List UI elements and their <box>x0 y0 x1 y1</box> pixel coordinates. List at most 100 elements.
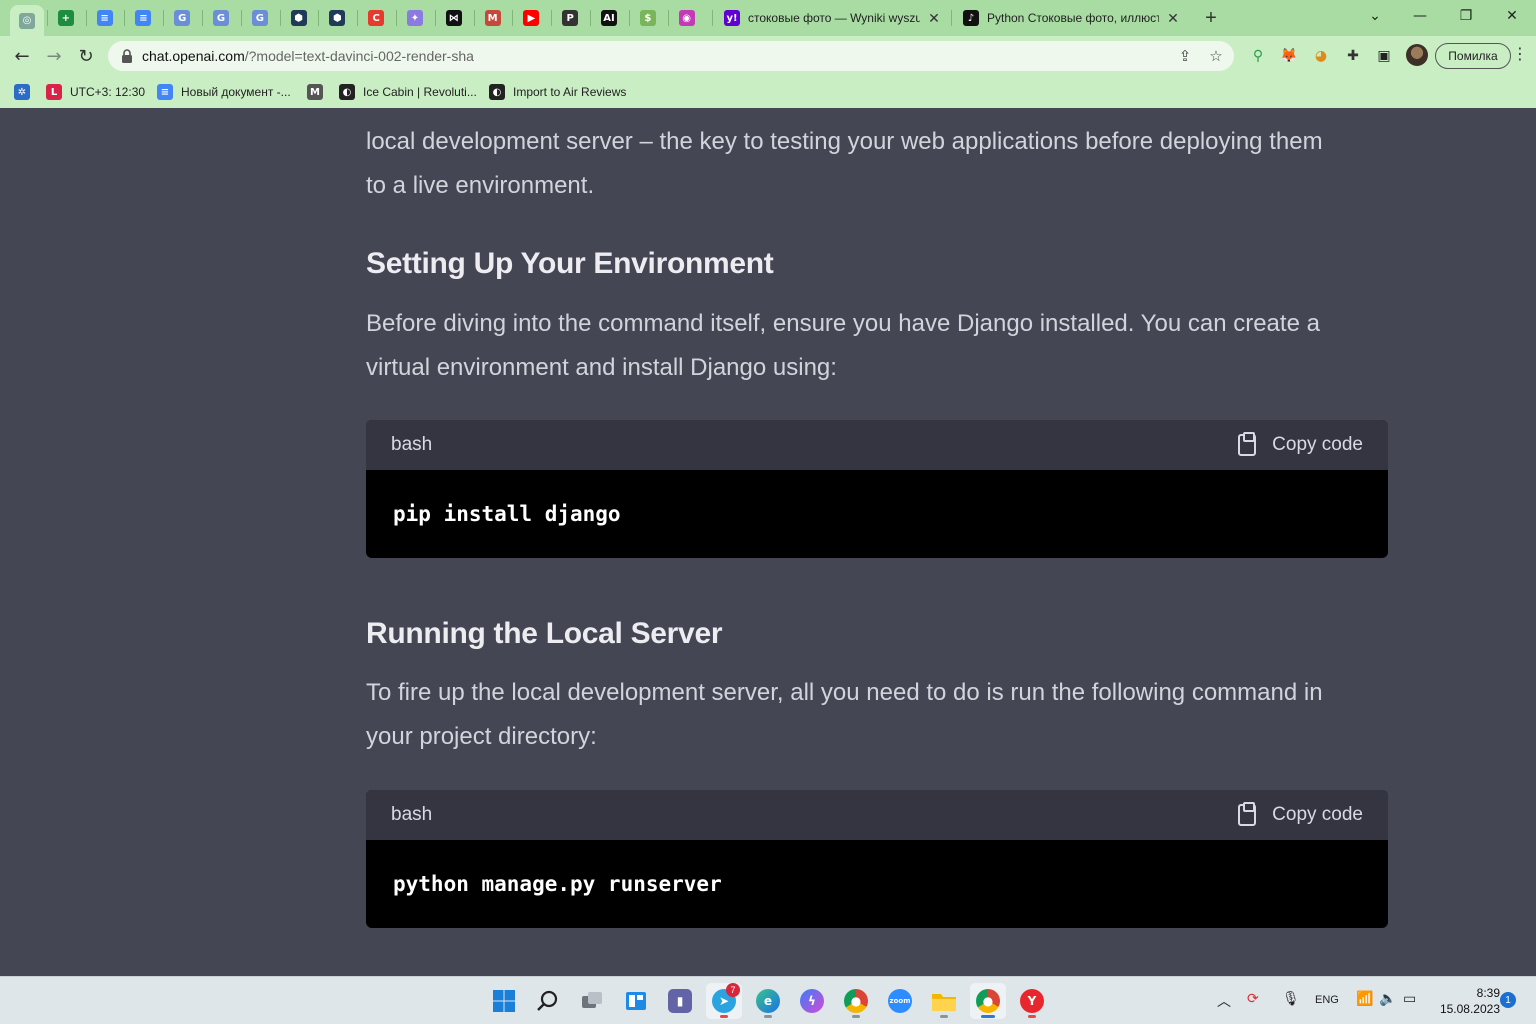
tab-separator <box>629 10 630 26</box>
bookmark-item[interactable]: ◐Import to Air Reviews <box>489 82 626 102</box>
reload-icon[interactable]: ↻ <box>72 42 100 70</box>
dollar-app-icon: $ <box>640 10 656 26</box>
chrome-profile-button[interactable]: ● <box>838 983 874 1019</box>
telegram-button[interactable]: ➤ 7 <box>706 983 742 1019</box>
search-button[interactable] <box>530 983 566 1019</box>
clipboard-icon <box>1238 434 1256 456</box>
pinned-tab[interactable]: ⬢ <box>320 5 354 31</box>
sparkle-icon: ✦ <box>407 10 423 26</box>
tab-title: Python Стоковые фото, иллюстрации <box>987 11 1159 25</box>
new-tab-button[interactable]: + <box>1198 5 1224 31</box>
restore-icon[interactable]: ❐ <box>1446 4 1486 28</box>
system-clock[interactable]: 8:39 15.08.2023 <box>1428 985 1500 1017</box>
pinned-tab[interactable]: ≡ <box>88 5 122 31</box>
volume-icon[interactable]: 🔈 <box>1379 991 1396 1007</box>
address-bar[interactable]: chat.openai.com/?model=text-davinci-002-… <box>108 41 1234 71</box>
file-explorer-button[interactable] <box>926 983 962 1019</box>
teams-chat-button[interactable]: ▮ <box>662 983 698 1019</box>
notification-badge[interactable]: 1 <box>1500 992 1516 1008</box>
minimize-icon[interactable]: — <box>1400 4 1440 28</box>
zoom-button[interactable]: zoom <box>882 983 918 1019</box>
language-indicator[interactable]: ENG <box>1315 994 1339 1006</box>
tab-separator <box>668 10 669 26</box>
browser-tab[interactable]: y!стоковые фото — Wyniki wyszukiwania✕ <box>716 4 950 32</box>
google-docs-icon: ≡ <box>157 84 173 100</box>
hex-app-icon: ⬢ <box>291 10 307 26</box>
pinned-tab[interactable]: ≡ <box>126 5 160 31</box>
clock-date: 15.08.2023 <box>1428 1001 1500 1017</box>
server-line-1: To fire up the local development server,… <box>366 671 1376 715</box>
pinned-tab[interactable]: + <box>49 5 83 31</box>
back-arrow-icon[interactable]: ← <box>8 42 36 70</box>
chrome-icon: ● <box>976 989 1000 1013</box>
pinned-tab[interactable]: ✦ <box>398 5 432 31</box>
extensions-puzzle-icon[interactable]: ✚ <box>1343 46 1363 66</box>
close-tab-icon[interactable]: ✕ <box>926 10 942 27</box>
pinned-tab[interactable]: AI <box>592 5 626 31</box>
extension-pin-icon[interactable]: ⚲ <box>1248 46 1268 66</box>
side-panel-icon[interactable]: ▣ <box>1374 46 1394 66</box>
teams-chat-icon: ▮ <box>668 989 692 1013</box>
start-button[interactable] <box>486 983 522 1019</box>
widgets-button[interactable] <box>618 983 654 1019</box>
tab-separator <box>202 10 203 26</box>
share-icon[interactable]: ⇪ <box>1176 47 1194 65</box>
copy-code-button[interactable]: Copy code <box>1238 434 1363 456</box>
chevron-up-icon[interactable]: ︿ <box>1217 991 1231 1011</box>
profile-avatar[interactable] <box>1406 44 1428 66</box>
tab-separator <box>280 10 281 26</box>
code-block-install: bash Copy code pip install django <box>366 420 1388 558</box>
intro-line-1: local development server – the key to te… <box>366 120 1376 164</box>
error-button[interactable]: Помилка <box>1435 43 1511 69</box>
messenger-button[interactable]: ϟ <box>794 983 830 1019</box>
bookmark-item[interactable]: ≡Новый документ -... <box>157 82 291 102</box>
tab-separator <box>512 10 513 26</box>
pinned-tab[interactable]: M <box>476 5 510 31</box>
pinned-tab[interactable]: C <box>359 5 393 31</box>
battery-icon[interactable]: ▭ <box>1403 991 1416 1007</box>
bookmark-item[interactable]: ◐Ice Cabin | Revoluti... <box>339 82 477 102</box>
browser-tab[interactable]: ♪Python Стоковые фото, иллюстрации✕ <box>955 4 1189 32</box>
microphone-icon[interactable]: 🎙 <box>1282 991 1300 1007</box>
pinned-tab[interactable]: G <box>165 5 199 31</box>
running-indicator <box>720 1015 728 1018</box>
tab-separator <box>357 10 358 26</box>
pinned-tab[interactable]: G <box>204 5 238 31</box>
metamask-icon[interactable]: 🦊 <box>1279 46 1299 66</box>
server-paragraph: To fire up the local development server,… <box>366 671 1376 759</box>
pinned-tab[interactable]: P <box>553 5 587 31</box>
pinned-tab[interactable]: ▶ <box>514 5 548 31</box>
bookmark-item[interactable]: M <box>307 82 331 102</box>
chat-content: local development server – the key to te… <box>0 108 1536 976</box>
pinned-tab[interactable]: ⬢ <box>282 5 316 31</box>
pinned-tab[interactable]: $ <box>631 5 665 31</box>
pinned-tab[interactable]: G <box>243 5 277 31</box>
bookmark-item[interactable]: ✲ <box>14 82 38 102</box>
copy-code-button[interactable]: Copy code <box>1238 804 1363 826</box>
google-translate-icon: G <box>174 10 190 26</box>
task-view-button[interactable] <box>574 983 610 1019</box>
edge-button[interactable]: e <box>750 983 786 1019</box>
sync-icon[interactable]: ⟳ <box>1247 991 1259 1007</box>
yandex-browser-button[interactable]: Y <box>1014 983 1050 1019</box>
pinned-tab[interactable]: ◉ <box>670 5 704 31</box>
tab-search-chevron-icon[interactable]: ⌄ <box>1355 4 1395 28</box>
forward-arrow-icon[interactable]: → <box>40 42 68 70</box>
code-language-label: bash <box>391 434 432 456</box>
close-window-icon[interactable]: ✕ <box>1492 4 1532 28</box>
code-content: python manage.py runserver <box>366 840 1388 928</box>
tab-strip: ◎+≡≡GGG⬢⬢C✦⋈M▶PAI$◉y!стоковые фото — Wyn… <box>0 0 1536 36</box>
bookmark-star-icon[interactable]: ☆ <box>1207 47 1225 65</box>
windows-taskbar: ▮ ➤ 7 e ϟ ● zoom ● Y ︿ ⟳ 🎙 ENG 📶 🔈 ▭ 8:3… <box>0 976 1536 1024</box>
zoom-icon: zoom <box>888 989 912 1013</box>
intro-line-2: to a live environment. <box>366 164 1376 208</box>
menu-kebab-icon[interactable]: ⋮ <box>1512 44 1528 68</box>
pinned-tab[interactable]: ◎ <box>10 5 44 36</box>
edge-icon: e <box>756 989 780 1013</box>
chrome-active-button[interactable]: ● <box>970 983 1006 1019</box>
extension-drop-icon[interactable]: ◕ <box>1311 46 1331 66</box>
pinned-tab[interactable]: ⋈ <box>437 5 471 31</box>
bookmark-item[interactable]: LUTC+3: 12:30 <box>46 82 145 102</box>
wifi-icon[interactable]: 📶 <box>1356 991 1373 1007</box>
close-tab-icon[interactable]: ✕ <box>1165 10 1181 27</box>
